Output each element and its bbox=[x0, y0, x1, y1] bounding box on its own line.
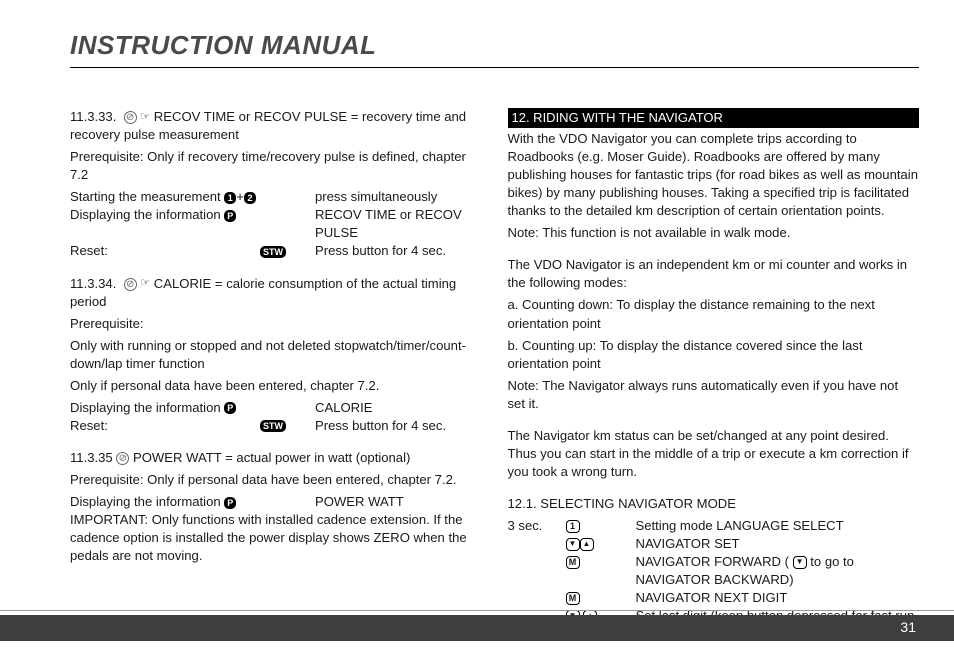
note-text: Note: The Navigator always runs automati… bbox=[508, 377, 920, 413]
table-row: Reset: STW Press button for 4 sec. bbox=[70, 242, 482, 260]
stopwatch-icon: ⊘ bbox=[124, 278, 137, 291]
row-value: POWER WATT bbox=[315, 493, 482, 511]
action-cell: NAVIGATOR FORWARD ( ▼ to go to NAVIGATOR… bbox=[636, 553, 920, 589]
hand-icon: ☞ bbox=[140, 110, 150, 125]
section-heading: 11.3.33. ⊘ ☞ RECOV TIME or RECOV PULSE =… bbox=[70, 108, 482, 144]
button-cell: ▼▲ bbox=[566, 535, 636, 553]
button-cell: M bbox=[566, 553, 636, 589]
button-cell: M bbox=[566, 589, 636, 607]
prerequisite-text: Prerequisite: Only if recovery time/reco… bbox=[70, 148, 482, 184]
table-row: Displaying the information P CALORIE bbox=[70, 399, 482, 417]
header-title: INSTRUCTION MANUAL bbox=[70, 30, 919, 61]
list-item-a: a. Counting down: To display the distanc… bbox=[508, 296, 920, 332]
row-label: Reset: bbox=[70, 242, 260, 260]
button-m-icon: M bbox=[566, 556, 580, 569]
body-text: The Navigator km status can be set/chang… bbox=[508, 427, 920, 481]
prerequisite-label: Prerequisite: bbox=[70, 315, 482, 333]
button-stw-icon: STW bbox=[260, 246, 286, 258]
table-row: M NAVIGATOR FORWARD ( ▼ to go to NAVIGAT… bbox=[508, 553, 920, 589]
up-arrow-icon: ▲ bbox=[580, 538, 594, 551]
content-area: 11.3.33. ⊘ ☞ RECOV TIME or RECOV PULSE =… bbox=[70, 108, 919, 601]
button-p-icon: P bbox=[224, 497, 236, 509]
instruction-table: Displaying the information P POWER WATT bbox=[70, 493, 482, 511]
button-m-icon: M bbox=[566, 592, 580, 605]
action-cell: Setting mode LANGUAGE SELECT bbox=[636, 517, 920, 535]
button-1-icon: 1 bbox=[224, 192, 236, 204]
right-column: 12. RIDING WITH THE NAVIGATOR With the V… bbox=[508, 108, 920, 601]
action-cell: NAVIGATOR SET bbox=[636, 535, 920, 553]
instruction-table: Displaying the information P CALORIE Res… bbox=[70, 399, 482, 435]
row-label: Displaying the information P bbox=[70, 399, 260, 417]
note-text: Note: This function is not available in … bbox=[508, 224, 920, 242]
button-cell: 1 bbox=[566, 517, 636, 535]
prerequisite-text: Only with running or stopped and not del… bbox=[70, 337, 482, 373]
section-number: 11.3.35 bbox=[70, 450, 116, 465]
row-label: Starting the measurement 1+2 bbox=[70, 188, 260, 206]
stopwatch-icon: ⊘ bbox=[116, 452, 129, 465]
table-row: Starting the measurement 1+2 press simul… bbox=[70, 188, 482, 206]
footer-bar: 31 bbox=[0, 615, 954, 641]
down-arrow-icon: ▼ bbox=[793, 556, 807, 569]
body-text: The VDO Navigator is an independent km o… bbox=[508, 256, 920, 292]
page-number: 31 bbox=[900, 619, 916, 635]
section-12-header: 12. RIDING WITH THE NAVIGATOR bbox=[508, 108, 920, 128]
row-value: Press button for 4 sec. bbox=[315, 242, 482, 260]
list-item-b: b. Counting up: To display the distance … bbox=[508, 337, 920, 373]
section-11-3-33: 11.3.33. ⊘ ☞ RECOV TIME or RECOV PULSE =… bbox=[70, 108, 482, 261]
button-p-icon: P bbox=[224, 402, 236, 414]
hand-icon: ☞ bbox=[140, 276, 150, 291]
table-row: Reset: STW Press button for 4 sec. bbox=[70, 417, 482, 435]
section-title: POWER WATT = actual power in watt (optio… bbox=[129, 450, 410, 465]
manual-page: INSTRUCTION MANUAL 11.3.33. ⊘ ☞ RECOV TI… bbox=[0, 0, 954, 659]
instruction-table: Starting the measurement 1+2 press simul… bbox=[70, 188, 482, 260]
page-header: INSTRUCTION MANUAL bbox=[70, 30, 919, 68]
table-row: Displaying the information P RECOV TIME … bbox=[70, 206, 482, 242]
table-row: ▼▲ NAVIGATOR SET bbox=[508, 535, 920, 553]
down-arrow-icon: ▼ bbox=[566, 538, 580, 551]
section-number: 11.3.34. bbox=[70, 276, 124, 291]
row-value: RECOV TIME or RECOV PULSE bbox=[315, 206, 482, 242]
button-1-icon: 1 bbox=[566, 520, 580, 533]
section-11-3-34: 11.3.34. ⊘ ☞ CALORIE = calorie consumpti… bbox=[70, 275, 482, 436]
duration-cell: 3 sec. bbox=[508, 517, 566, 535]
section-11-3-35: 11.3.35 ⊘ POWER WATT = actual power in w… bbox=[70, 449, 482, 565]
prerequisite-text: Only if personal data have been entered,… bbox=[70, 377, 482, 395]
important-note: IMPORTANT: Only functions with installed… bbox=[70, 511, 482, 565]
table-row: Displaying the information P POWER WATT bbox=[70, 493, 482, 511]
section-number: 11.3.33. bbox=[70, 109, 124, 124]
subsection-title: 12.1. SELECTING NAVIGATOR MODE bbox=[508, 495, 920, 513]
button-2-icon: 2 bbox=[244, 192, 256, 204]
section-heading: 11.3.35 ⊘ POWER WATT = actual power in w… bbox=[70, 449, 482, 467]
action-cell: NAVIGATOR NEXT DIGIT bbox=[636, 589, 920, 607]
body-text: With the VDO Navigator you can complete … bbox=[508, 130, 920, 220]
table-row: 3 sec. 1 Setting mode LANGUAGE SELECT bbox=[508, 517, 920, 535]
section-heading: 11.3.34. ⊘ ☞ CALORIE = calorie consumpti… bbox=[70, 275, 482, 311]
row-value: Press button for 4 sec. bbox=[315, 417, 482, 435]
section-12-1: 12.1. SELECTING NAVIGATOR MODE 3 sec. 1 … bbox=[508, 495, 920, 625]
row-label: Reset: bbox=[70, 417, 260, 435]
button-p-icon: P bbox=[224, 210, 236, 222]
row-label: Displaying the information P bbox=[70, 493, 260, 511]
row-label: Displaying the information P bbox=[70, 206, 260, 242]
row-value: press simultaneously bbox=[315, 188, 482, 206]
table-row: M NAVIGATOR NEXT DIGIT bbox=[508, 589, 920, 607]
prerequisite-text: Prerequisite: Only if personal data have… bbox=[70, 471, 482, 489]
stopwatch-icon: ⊘ bbox=[124, 111, 137, 124]
button-stw-icon: STW bbox=[260, 420, 286, 432]
left-column: 11.3.33. ⊘ ☞ RECOV TIME or RECOV PULSE =… bbox=[70, 108, 482, 601]
row-value: CALORIE bbox=[315, 399, 482, 417]
footer-divider bbox=[0, 610, 954, 611]
